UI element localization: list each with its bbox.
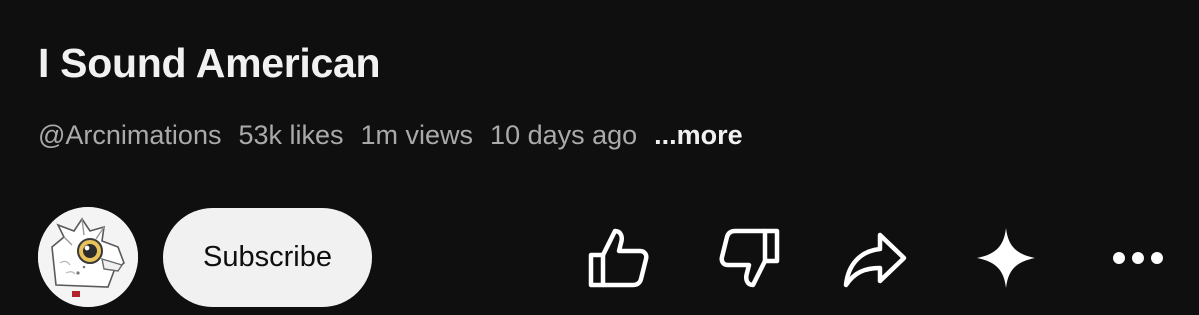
like-button[interactable] <box>580 220 656 296</box>
subscribe-button[interactable]: Subscribe <box>163 208 372 307</box>
sparkle-button[interactable] <box>968 220 1044 296</box>
video-details-panel: I Sound American @Arcnimations 53k likes… <box>0 0 1199 315</box>
more-options-icon <box>1113 252 1163 264</box>
more-options-button[interactable] <box>1100 220 1176 296</box>
video-title: I Sound American <box>38 40 381 86</box>
more-description-link[interactable]: ...more <box>654 120 743 151</box>
channel-avatar[interactable] <box>38 207 138 307</box>
like-count: 53k likes <box>238 120 344 150</box>
video-metadata[interactable]: @Arcnimations 53k likes 1m views 10 days… <box>38 120 743 151</box>
share-button[interactable] <box>837 220 913 296</box>
avatar-image <box>38 207 138 307</box>
sparkle-icon <box>977 228 1035 288</box>
dislike-icon <box>719 228 780 288</box>
upload-age: 10 days ago <box>490 120 638 150</box>
dislike-button[interactable] <box>712 220 788 296</box>
like-icon <box>588 228 649 288</box>
channel-handle[interactable]: @Arcnimations <box>38 120 221 151</box>
share-icon <box>843 232 907 288</box>
view-count: 1m views <box>360 120 474 150</box>
